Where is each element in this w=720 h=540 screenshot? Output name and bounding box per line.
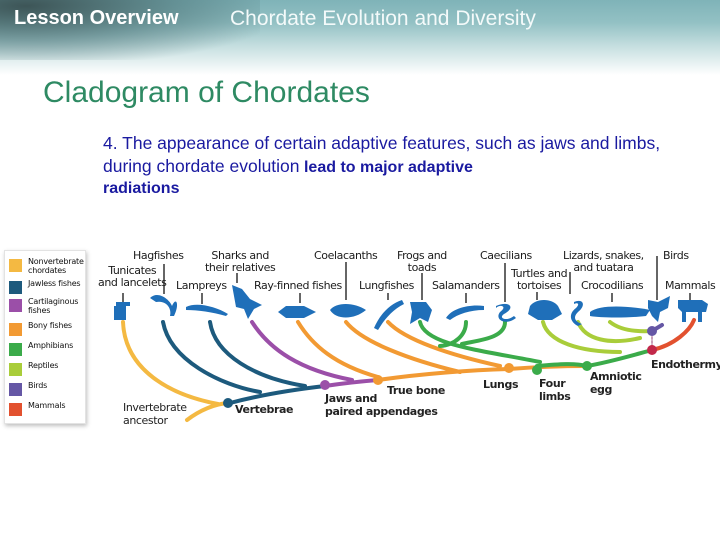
hagfish-icon xyxy=(150,295,178,316)
label-jaws-line2: paired appendages xyxy=(325,405,438,418)
branch-jaws-stem xyxy=(323,378,380,388)
label-lizards-line2: and tuatara xyxy=(573,261,634,274)
turtle-icon xyxy=(528,300,562,320)
label-amniotic-line1: Amniotic xyxy=(590,370,642,383)
label-rayfinned: Ray-finned fishes xyxy=(254,279,342,292)
label-ancestor-line2: ancestor xyxy=(123,414,168,427)
crocodile-icon xyxy=(590,306,650,318)
node-lungs xyxy=(504,363,514,373)
label-four-limbs: Four limbs xyxy=(539,377,571,403)
salamander-icon xyxy=(446,305,484,320)
label-invertebrate-ancestor: Invertebrate ancestor xyxy=(123,401,187,427)
label-frogs: Frogs and toads xyxy=(397,250,447,274)
node-vertebrae xyxy=(223,398,233,408)
label-turtles-line2: tortoises xyxy=(516,279,562,292)
label-endothermy: Endothermy xyxy=(651,358,720,371)
label-tunicates-line2: and lancelets xyxy=(98,276,167,289)
label-true-bone: True bone xyxy=(387,384,445,397)
node-jaws xyxy=(320,380,330,390)
label-crocodilians: Crocodilians xyxy=(581,279,644,292)
label-amniotic-egg: Amniotic egg xyxy=(590,370,642,396)
lizard-snake-icon xyxy=(570,300,583,326)
caecilian-icon xyxy=(496,303,516,322)
label-salamanders: Salamanders xyxy=(432,279,500,292)
rayfinned-fish-icon xyxy=(278,306,316,318)
label-mammals: Mammals xyxy=(665,279,716,292)
label-sharks-line2: their relatives xyxy=(205,261,276,274)
label-caecilians: Caecilians xyxy=(480,249,532,262)
label-hagfishes: Hagfishes xyxy=(133,249,184,262)
label-lizards: Lizards, snakes, and tuatara xyxy=(563,250,644,274)
node-endothermy xyxy=(647,345,657,355)
branch-crocodilians xyxy=(608,320,654,334)
label-tunicates: Tunicates and lancelets xyxy=(98,265,167,289)
label-ancestor-line1: Invertebrate xyxy=(123,401,187,414)
label-lungfishes: Lungfishes xyxy=(359,279,414,292)
label-vertebrae: Vertebrae xyxy=(235,403,294,416)
label-lungs: Lungs xyxy=(483,378,519,391)
label-coelacanths: Coelacanths xyxy=(314,249,378,262)
label-amniotic-line2: egg xyxy=(590,383,613,396)
label-frogs-line2: toads xyxy=(407,261,437,274)
lamprey-icon xyxy=(186,304,228,316)
coelacanth-icon xyxy=(330,304,366,318)
branch-caecilians xyxy=(460,320,507,346)
branch-ancestor xyxy=(185,401,230,422)
label-turtles: Turtles and tortoises xyxy=(511,268,568,292)
label-lampreys: Lampreys xyxy=(176,279,227,292)
label-birds: Birds xyxy=(663,249,689,262)
branch-mammals xyxy=(650,318,696,352)
node-four-limbs xyxy=(532,365,542,375)
branch-tunicates xyxy=(121,320,220,406)
node-birds-split xyxy=(647,326,657,336)
branch-fourlimbs-stem xyxy=(535,362,589,368)
node-true-bone xyxy=(373,375,383,385)
tunicate-icon xyxy=(114,302,130,320)
bird-icon xyxy=(648,296,670,322)
label-four-limbs-line1: Four xyxy=(539,377,566,390)
label-four-limbs-line2: limbs xyxy=(539,390,571,403)
label-sharks: Sharks and their relatives xyxy=(205,250,276,274)
